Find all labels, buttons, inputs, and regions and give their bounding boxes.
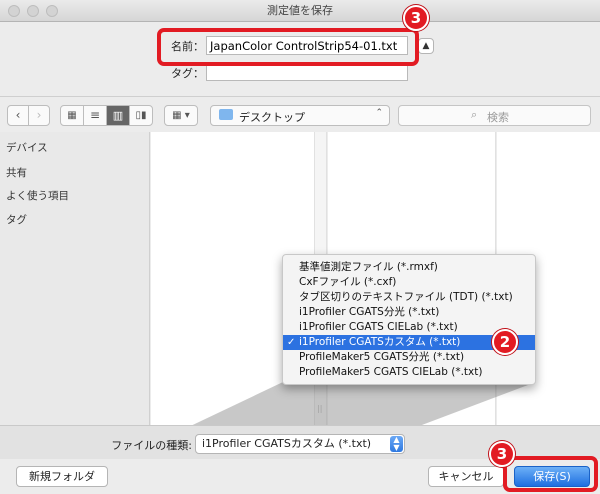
format-option-pm5-cielab[interactable]: ProfileMaker5 CGATS CIELab (*.txt) xyxy=(283,365,535,380)
highlight-save-button xyxy=(503,456,598,492)
format-option-cxf[interactable]: CxFファイル (*.cxf) xyxy=(283,275,535,290)
highlight-name-field xyxy=(157,28,419,66)
callout-badge-3-top: 3 xyxy=(403,5,429,31)
cancel-button[interactable]: キャンセル xyxy=(428,466,504,487)
format-popup-value: i1Profiler CGATSカスタム (*.txt) xyxy=(202,437,372,450)
callout-badge-3-save: 3 xyxy=(489,441,515,467)
format-option-label: i1Profiler CGATSカスタム (*.txt) xyxy=(299,336,461,348)
checkmark-icon: ✓ xyxy=(287,337,296,348)
format-popup[interactable]: i1Profiler CGATSカスタム (*.txt) ▲ ▼ xyxy=(195,434,405,454)
format-label: ファイルの種類: xyxy=(111,439,192,452)
format-option-i1-spectral[interactable]: i1Profiler CGATS分光 (*.txt) xyxy=(283,305,535,320)
new-folder-button[interactable]: 新規フォルダ xyxy=(16,466,108,487)
updown-arrows-icon: ▲ ▼ xyxy=(390,436,403,452)
format-option-tdt[interactable]: タブ区切りのテキストファイル (TDT) (*.txt) xyxy=(283,290,535,305)
format-option-rmxf[interactable]: 基準値測定ファイル (*.rmxf) xyxy=(283,260,535,275)
menu-pointer-shape xyxy=(180,382,536,431)
callout-badge-2: 2 xyxy=(492,329,518,355)
format-menu: 基準値測定ファイル (*.rmxf) CxFファイル (*.cxf) タブ区切り… xyxy=(282,254,536,385)
